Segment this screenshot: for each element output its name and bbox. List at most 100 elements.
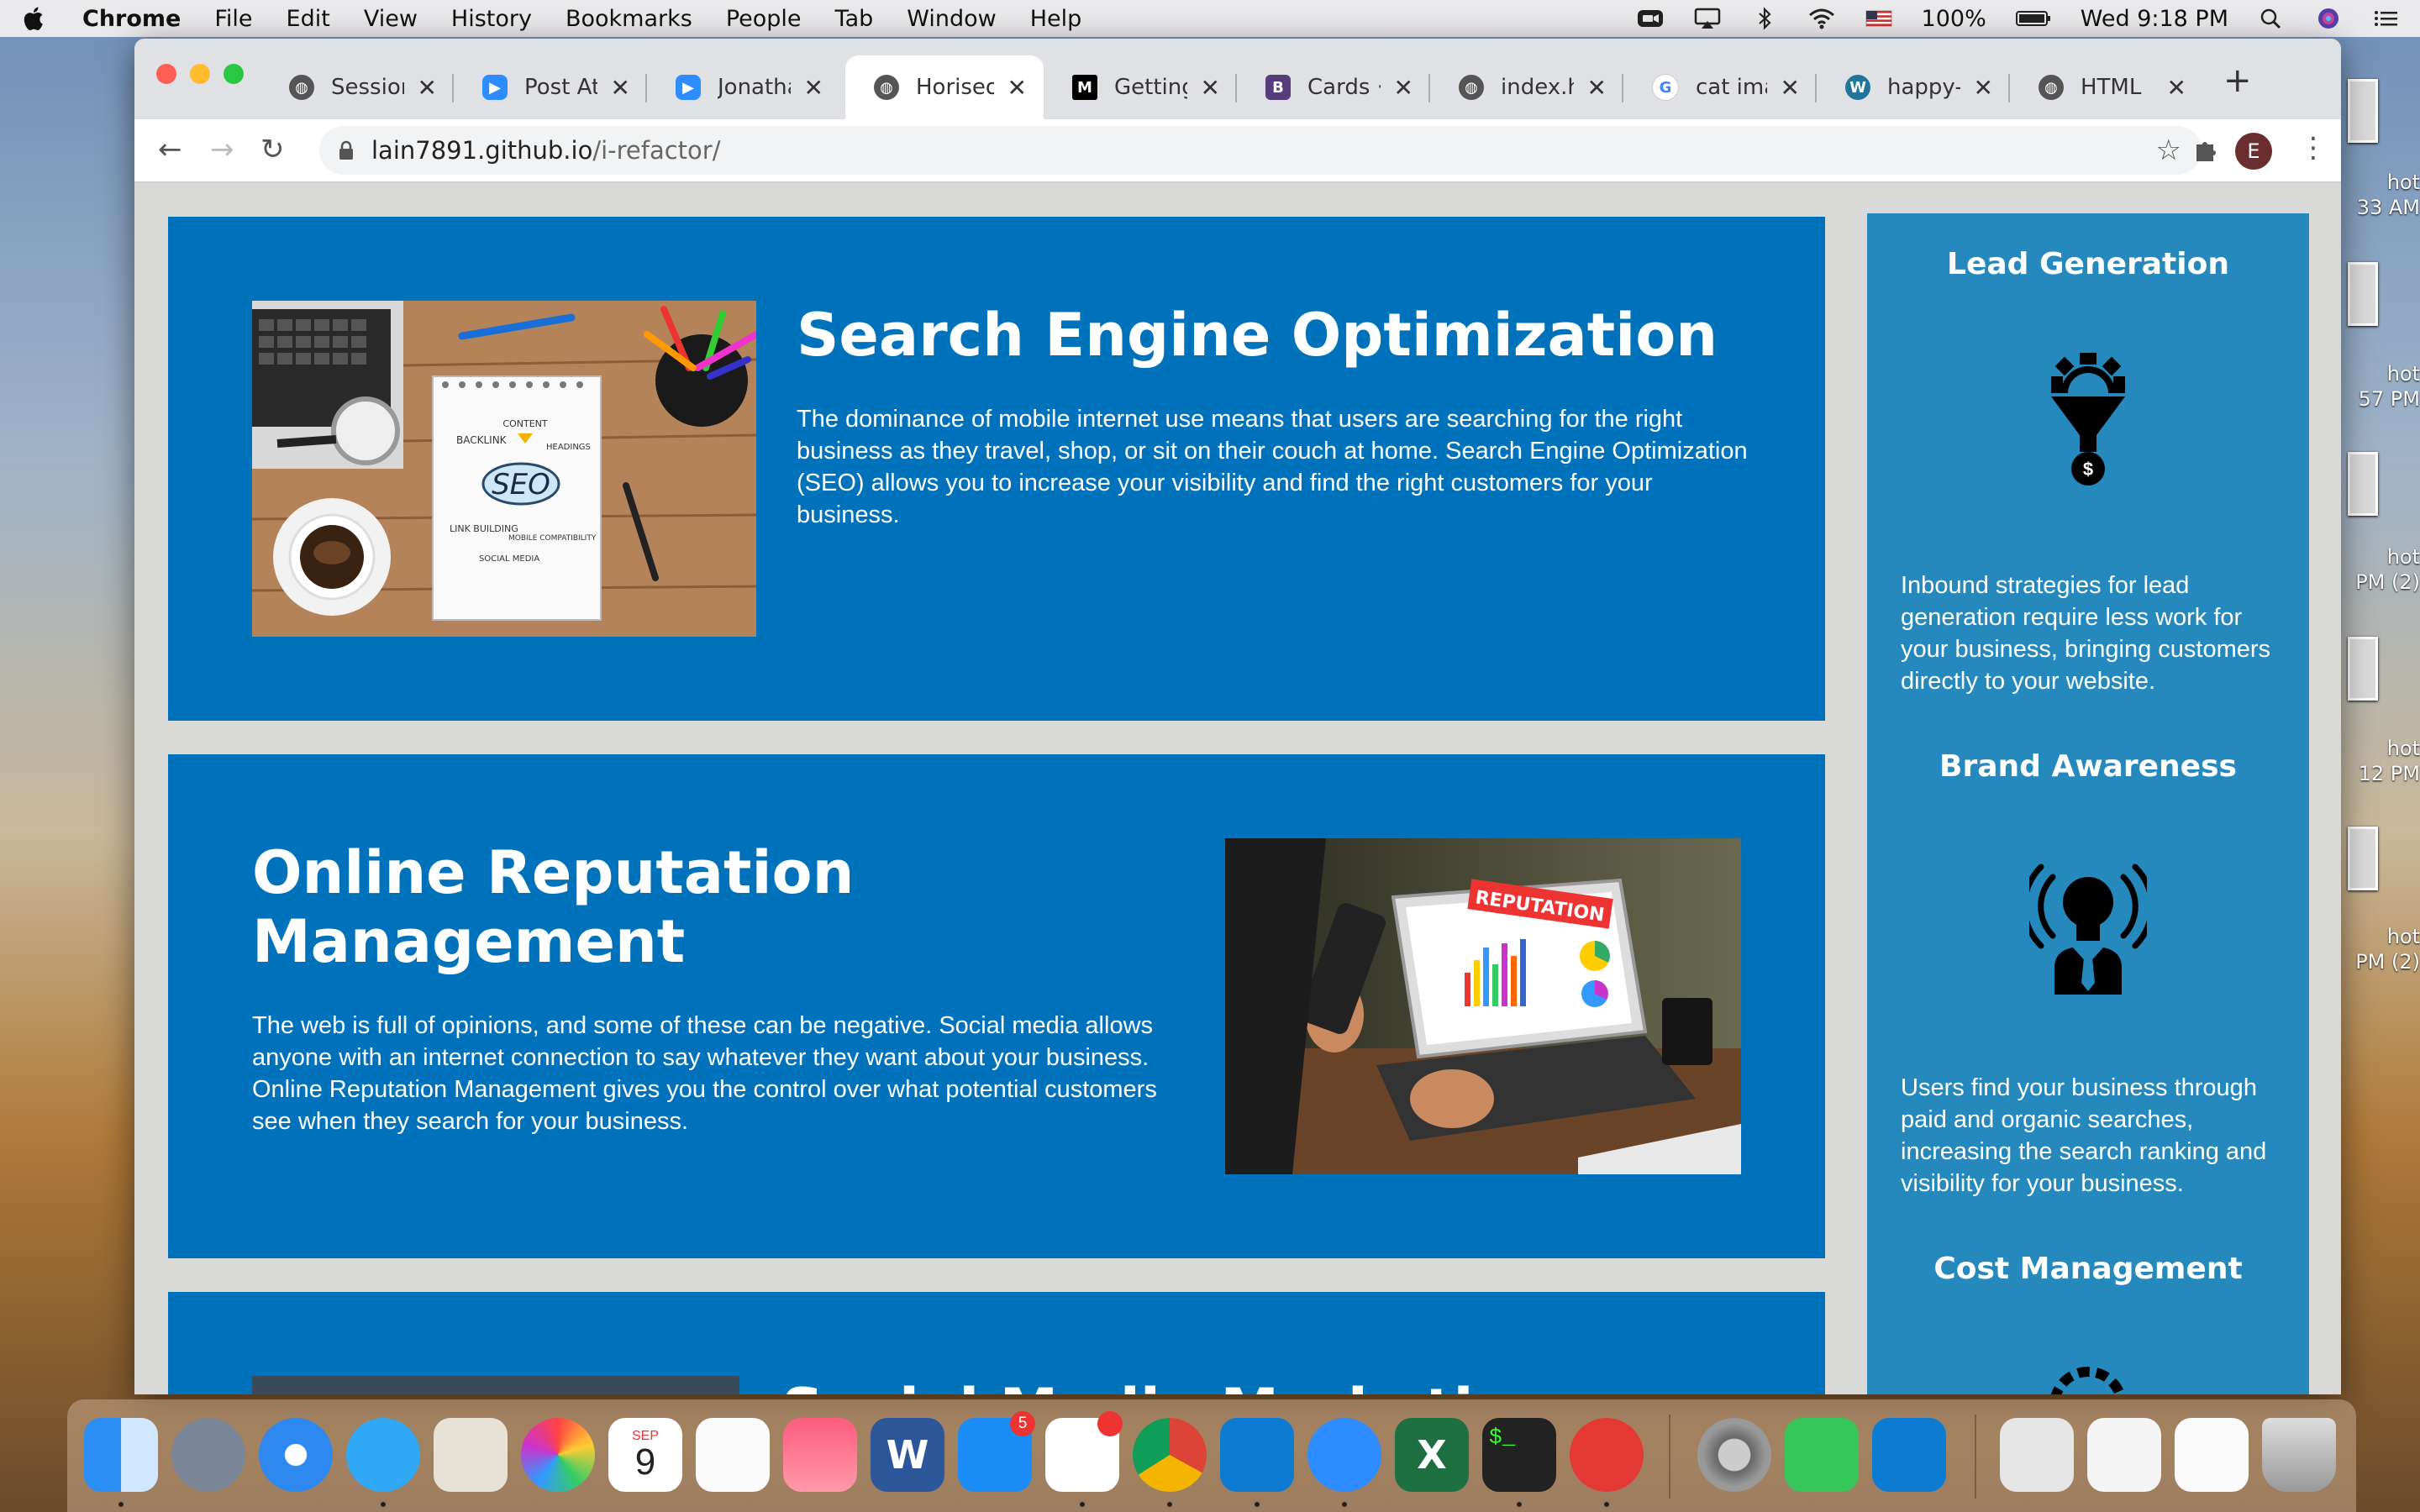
spotlight-search-icon[interactable] [2257, 7, 2286, 30]
close-tab-icon[interactable]: ✕ [804, 74, 823, 102]
zoom-window-button[interactable] [224, 64, 244, 84]
tab-html[interactable]: ◍ HTML ✕ [2010, 55, 2203, 119]
brand-lightbulb-icon [2029, 864, 2147, 995]
close-tab-icon[interactable]: ✕ [1587, 74, 1607, 102]
desktop-file-label[interactable]: hot 33 AM [2344, 170, 2420, 220]
messages-icon[interactable] [346, 1418, 420, 1492]
finder-icon[interactable] [84, 1418, 158, 1492]
us-flag-icon[interactable] [1865, 7, 1893, 30]
close-window-button[interactable] [156, 64, 176, 84]
terminal-icon[interactable]: $_ [1482, 1418, 1556, 1492]
tab-jonathan[interactable]: ▶ Jonathan ✕ [647, 55, 840, 119]
desktop-screenshot-thumb[interactable] [2348, 637, 2378, 701]
chrome-menu-icon[interactable]: ⋮ [2299, 131, 2328, 165]
address-bar[interactable]: lain7891.github.io/i-refactor/ ☆ [319, 126, 2202, 175]
menu-edit[interactable]: Edit [287, 6, 330, 32]
menu-help[interactable]: Help [1030, 6, 1082, 32]
tab-index-html[interactable]: ◍ index.htn ✕ [1430, 55, 1623, 119]
close-tab-icon[interactable]: ✕ [611, 74, 630, 102]
reminders-icon[interactable] [696, 1418, 770, 1492]
cost-gear-icon [2050, 1367, 2126, 1394]
downloads-stack-icon[interactable] [2000, 1418, 2074, 1492]
battery-icon[interactable] [2015, 7, 2052, 30]
back-arrow-icon[interactable]: ← [158, 134, 182, 165]
close-tab-icon[interactable]: ✕ [1201, 74, 1220, 102]
minimize-window-button[interactable] [190, 64, 210, 84]
clock[interactable]: Wed 9:18 PM [2081, 6, 2228, 32]
close-tab-icon[interactable]: ✕ [418, 74, 437, 102]
facetime-icon[interactable] [1785, 1418, 1859, 1492]
desktop-file-label[interactable]: hot PM (2) [2344, 924, 2420, 974]
desktop-screenshot-thumb[interactable] [2348, 262, 2378, 326]
trash-icon[interactable] [2262, 1418, 2336, 1492]
menu-tab[interactable]: Tab [835, 6, 874, 32]
menu-window[interactable]: Window [907, 6, 996, 32]
extensions-puzzle-icon[interactable] [2191, 136, 2220, 165]
dollar-symbol: $ [2083, 459, 2093, 480]
menu-view[interactable]: View [364, 6, 418, 32]
seo-section: SEO CONTENT BACKLINK HEADINGS LINK BUILD… [168, 217, 1825, 721]
tab-post-attendance[interactable]: ▶ Post Atte ✕ [454, 55, 647, 119]
menu-history[interactable]: History [451, 6, 532, 32]
cost-management-heading: Cost Management [1933, 1252, 2243, 1286]
tab-title: Post Atte [524, 75, 597, 100]
seo-heading: Search Engine Optimization [797, 301, 1718, 370]
desktop-screenshot-thumb[interactable] [2348, 79, 2378, 143]
forward-arrow-icon[interactable]: → [210, 134, 234, 165]
tab-title: index.htn [1501, 75, 1574, 100]
airplay-icon[interactable] [1693, 7, 1722, 30]
close-tab-icon[interactable]: ✕ [1394, 74, 1413, 102]
maps-icon[interactable] [434, 1418, 508, 1492]
profile-avatar[interactable]: E [2235, 133, 2272, 170]
tab-cat-images[interactable]: G cat image ✕ [1623, 55, 1817, 119]
documents-stack-icon[interactable] [2175, 1418, 2249, 1492]
tab-title: happy-ca [1887, 75, 1960, 100]
mail-app-icon[interactable] [1570, 1418, 1644, 1492]
screenshot-stack-icon[interactable] [2087, 1418, 2161, 1492]
tab-happy-cat[interactable]: W happy-ca ✕ [1817, 55, 2010, 119]
tab-title: Horiseon [916, 75, 994, 100]
launchpad-icon[interactable] [171, 1418, 245, 1492]
notification-center-icon[interactable] [2371, 7, 2400, 30]
word-icon[interactable]: W [871, 1418, 944, 1492]
close-tab-icon[interactable]: ✕ [1781, 74, 1800, 102]
desktop-screenshot-thumb[interactable] [2348, 452, 2378, 516]
vscode-insiders-icon[interactable] [1872, 1418, 1946, 1492]
reload-icon[interactable]: ↻ [260, 134, 285, 165]
close-tab-icon[interactable]: ✕ [2167, 74, 2186, 102]
wifi-icon[interactable] [1807, 7, 1836, 30]
system-preferences-icon[interactable] [1697, 1418, 1771, 1492]
photos-icon[interactable] [521, 1418, 595, 1492]
zoom-status-icon[interactable] [1636, 7, 1665, 30]
lock-icon[interactable] [338, 140, 355, 160]
menu-app-name[interactable]: Chrome [82, 6, 181, 32]
new-tab-button[interactable]: + [2223, 64, 2252, 97]
desktop-file-label[interactable]: hot 12 PM [2344, 736, 2420, 786]
menu-file[interactable]: File [214, 6, 252, 32]
excel-icon[interactable]: X [1395, 1418, 1469, 1492]
chrome-icon[interactable] [1133, 1418, 1207, 1492]
close-tab-icon[interactable]: ✕ [1007, 74, 1027, 102]
siri-icon[interactable] [2314, 7, 2343, 30]
desktop-screenshot-thumb[interactable] [2348, 827, 2378, 890]
bluetooth-icon[interactable] [1750, 7, 1779, 30]
macos-menu-bar: Chrome File Edit View History Bookmarks … [0, 0, 2420, 37]
menu-people[interactable]: People [726, 6, 802, 32]
desktop-file-label[interactable]: hot 57 PM [2344, 361, 2420, 412]
battery-percent[interactable]: 100% [1922, 6, 1986, 32]
apple-logo-icon[interactable] [20, 4, 49, 33]
safari-icon[interactable] [259, 1418, 333, 1492]
close-tab-icon[interactable]: ✕ [1974, 74, 1993, 102]
tab-session[interactable]: ◍ Session ✕ [260, 55, 454, 119]
tab-getting-started[interactable]: M Getting I ✕ [1044, 55, 1237, 119]
seo-word-headings: HEADINGS [546, 443, 591, 452]
desktop-file-label[interactable]: hot PM (2) [2344, 544, 2420, 595]
zoom-app-icon[interactable] [1307, 1418, 1381, 1492]
tab-cards-bootstrap[interactable]: B Cards · B ✕ [1237, 55, 1430, 119]
music-icon[interactable] [783, 1418, 857, 1492]
bookmark-star-icon[interactable]: ☆ [2156, 134, 2181, 167]
calendar-icon[interactable]: SEP 9 [608, 1418, 682, 1492]
menu-bookmarks[interactable]: Bookmarks [566, 6, 692, 32]
tab-horiseon[interactable]: ◍ Horiseon ✕ [845, 55, 1044, 119]
vscode-icon[interactable] [1220, 1418, 1294, 1492]
